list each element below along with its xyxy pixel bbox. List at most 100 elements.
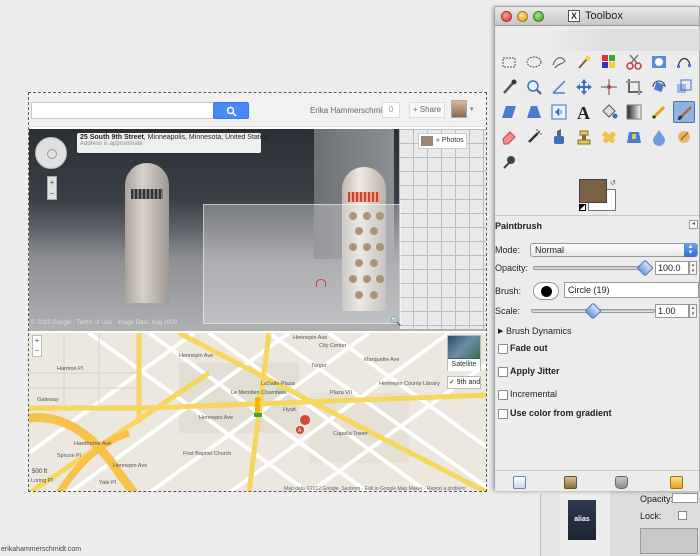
- mode-select[interactable]: Normal ▴ ▾: [530, 243, 698, 257]
- brush-name-field[interactable]: Circle (19): [564, 282, 699, 298]
- window-scrollbar[interactable]: [540, 494, 560, 556]
- image-canvas[interactable]: ▾ Erika Hammerschmidt 0 + Share ▾ 25: [28, 92, 487, 492]
- map-label: Hennepin Ave: [293, 335, 328, 341]
- pan-control[interactable]: [35, 137, 67, 169]
- zoom-in-button[interactable]: +: [48, 177, 56, 188]
- shear-tool-icon[interactable]: [498, 101, 520, 123]
- bucket-fill-tool-icon[interactable]: [598, 101, 620, 123]
- scale-stepper[interactable]: ▴ ▾: [689, 304, 697, 318]
- measure-tool-icon[interactable]: [548, 76, 570, 98]
- layers-lock-checkbox[interactable]: [678, 511, 687, 520]
- brush-label: Brush:: [495, 286, 522, 296]
- layer-thumbnail[interactable]: [640, 528, 698, 554]
- clone-tool-icon[interactable]: [573, 126, 595, 148]
- expander-arrow-icon[interactable]: ▶: [498, 327, 503, 335]
- heal-tool-icon[interactable]: [598, 126, 620, 148]
- avatar[interactable]: [451, 100, 467, 118]
- street-view-panorama[interactable]: 25 South 9th Street, Minneapolis, Minnes…: [29, 129, 486, 331]
- map-zoom-out-button[interactable]: −: [33, 346, 41, 356]
- opacity-input[interactable]: 100.0: [655, 261, 689, 275]
- free-select-tool-icon[interactable]: [548, 51, 570, 73]
- delete-options-icon[interactable]: [615, 476, 628, 489]
- foreground-select-tool-icon[interactable]: [648, 51, 670, 73]
- street-view-zoom-control[interactable]: + −: [47, 176, 57, 200]
- paintbrush-tool-icon[interactable]: [673, 101, 695, 123]
- street-view-checkbox[interactable]: ✓ 9th and: [447, 376, 481, 389]
- brush-dynamics-expander[interactable]: Brush Dynamics: [506, 326, 572, 336]
- zoom-out-button[interactable]: −: [48, 188, 56, 199]
- layers-opacity-slider[interactable]: [672, 493, 698, 503]
- map-label: Capella Tower: [333, 431, 368, 437]
- rect-select-tool-icon[interactable]: [498, 51, 520, 73]
- apply-jitter-checkbox[interactable]: [498, 367, 508, 377]
- scale-input[interactable]: 1.00: [655, 304, 689, 318]
- map-label: Hennepin Ave: [113, 463, 148, 469]
- foreground-color-swatch[interactable]: [579, 179, 607, 203]
- tool-options-title: Paintbrush: [495, 221, 543, 231]
- brush-preview-icon[interactable]: [533, 282, 559, 300]
- swap-colors-icon[interactable]: ↺: [610, 179, 616, 187]
- opacity-slider-knob[interactable]: [636, 259, 654, 277]
- reset-colors-icon[interactable]: [579, 204, 586, 211]
- photos-button[interactable]: « Photos: [418, 133, 467, 149]
- ellipse-select-tool-icon[interactable]: [523, 51, 545, 73]
- zoom-window-button[interactable]: [533, 11, 544, 22]
- select-by-color-tool-icon[interactable]: [598, 51, 620, 73]
- map-zoom-control[interactable]: + −: [32, 335, 42, 357]
- opacity-slider[interactable]: [533, 266, 651, 270]
- rotate-tool-icon[interactable]: [648, 76, 670, 98]
- photo-thumbnail: [421, 136, 433, 146]
- scale-slider-knob[interactable]: [584, 302, 602, 320]
- eraser-tool-icon[interactable]: [498, 126, 520, 148]
- blend-tool-icon[interactable]: [623, 101, 645, 123]
- smudge-tool-icon[interactable]: [673, 126, 695, 148]
- user-name[interactable]: Erika Hammerschmidt: [310, 106, 389, 115]
- fade-out-checkbox[interactable]: [498, 344, 508, 354]
- use-gradient-color-checkbox[interactable]: [498, 409, 508, 419]
- map-label: Gateway: [37, 397, 59, 403]
- pencil-tool-icon[interactable]: [648, 101, 670, 123]
- fuzzy-select-tool-icon[interactable]: [573, 51, 595, 73]
- crop-tool-icon[interactable]: [623, 76, 645, 98]
- layers-lock-label: Lock:: [640, 511, 662, 521]
- restore-options-icon[interactable]: [564, 476, 577, 489]
- updown-arrows-icon: ▴ ▾: [684, 243, 697, 257]
- ink-tool-icon[interactable]: [548, 126, 570, 148]
- zoom-tool-icon[interactable]: [523, 76, 545, 98]
- perspective-clone-tool-icon[interactable]: [623, 126, 645, 148]
- satellite-toggle[interactable]: Satellite: [447, 335, 481, 371]
- close-icon[interactable]: ×: [470, 132, 475, 141]
- share-button[interactable]: + Share: [409, 102, 445, 118]
- map-zoom-in-button[interactable]: +: [33, 336, 41, 346]
- reset-options-icon[interactable]: [670, 476, 683, 489]
- scissors-select-tool-icon[interactable]: [623, 51, 645, 73]
- address-city: , Minneapolis, Minnesota, United States: [143, 134, 268, 141]
- search-input[interactable]: ▾: [31, 102, 231, 119]
- flip-tool-icon[interactable]: [548, 101, 570, 123]
- dodge-burn-tool-icon[interactable]: [498, 151, 520, 173]
- opacity-stepper[interactable]: ▴ ▾: [689, 261, 697, 275]
- alias-thumbnail[interactable]: alias: [568, 500, 596, 540]
- toolbox-titlebar[interactable]: X Toolbox: [495, 7, 699, 26]
- color-picker-tool-icon[interactable]: [498, 76, 520, 98]
- selection-overlay: [203, 204, 401, 324]
- blur-tool-icon[interactable]: [648, 126, 670, 148]
- notifications-count[interactable]: 0: [382, 102, 400, 118]
- text-tool-icon[interactable]: A: [573, 101, 595, 123]
- save-options-icon[interactable]: [513, 476, 526, 489]
- align-tool-icon[interactable]: [598, 76, 620, 98]
- chevron-down-icon[interactable]: ▾: [470, 105, 474, 113]
- incremental-checkbox[interactable]: [498, 390, 508, 400]
- map-view[interactable]: A + − Satellite ✓ 9th and Hennepin Ave H…: [29, 333, 486, 491]
- tool-grid: A: [495, 49, 699, 179]
- search-button[interactable]: [213, 102, 249, 119]
- panel-menu-icon[interactable]: ◂: [689, 220, 698, 229]
- minimize-window-button[interactable]: [517, 11, 528, 22]
- window-title: Toolbox: [585, 10, 623, 22]
- perspective-tool-icon[interactable]: [523, 101, 545, 123]
- paths-tool-icon[interactable]: [673, 51, 695, 73]
- scale-tool-icon[interactable]: [673, 76, 695, 98]
- close-window-button[interactable]: [501, 11, 512, 22]
- move-tool-icon[interactable]: [573, 76, 595, 98]
- airbrush-tool-icon[interactable]: [523, 126, 545, 148]
